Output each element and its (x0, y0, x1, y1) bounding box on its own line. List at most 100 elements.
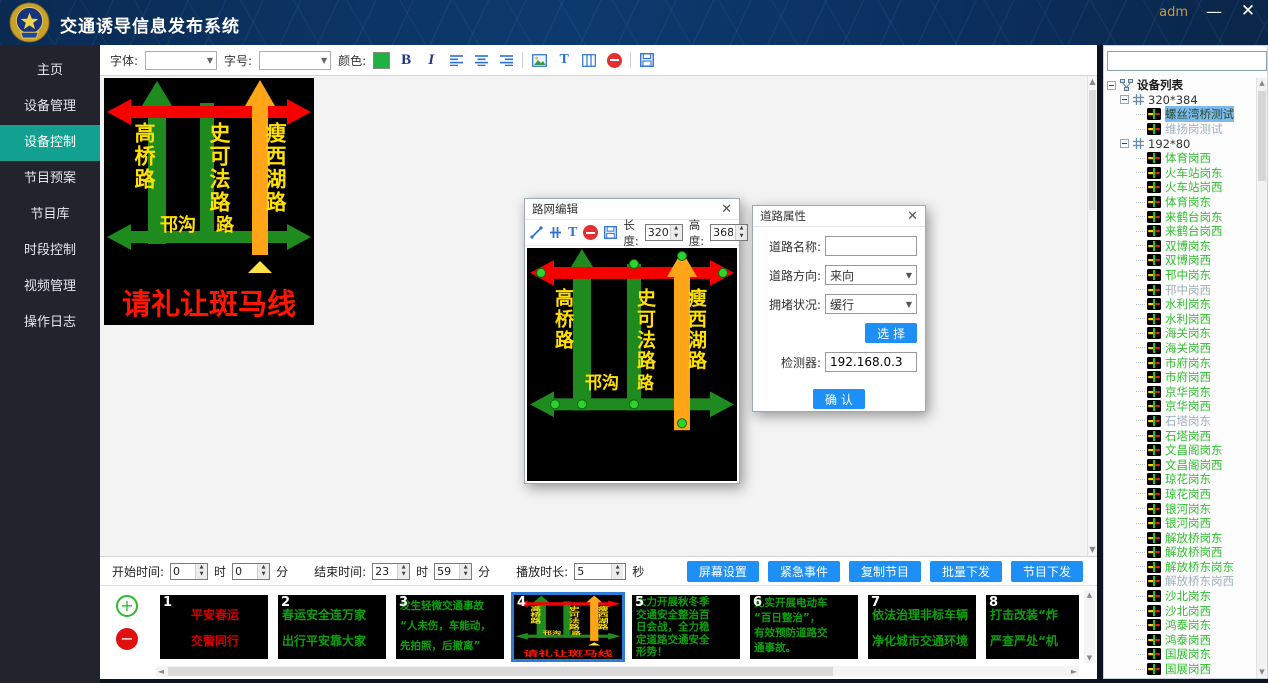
sidebar-item-1[interactable]: 主页 (0, 53, 100, 89)
scroll-right-icon[interactable]: ► (1069, 666, 1079, 677)
program-thumbnail-7[interactable]: 7依法治理非标车辆 净化城市交通环境 (868, 595, 976, 659)
tree-node-琼花岗东[interactable]: 琼花岗东 (1106, 472, 1255, 487)
roadnet-canvas[interactable]: 高桥路史可法路瘦西湖路邗沟路 (527, 248, 737, 481)
tree-node-京华岗西[interactable]: 京华岗西 (1106, 399, 1255, 414)
action-button-2[interactable]: 紧急事件 (768, 561, 840, 582)
sidebar-item-7[interactable]: 视频管理 (0, 269, 100, 305)
road-name-input[interactable] (825, 236, 917, 256)
spin-down-icon[interactable]: ▼ (398, 571, 409, 579)
confirm-button[interactable]: 确 认 (813, 389, 865, 409)
tree-node-市府岗西[interactable]: 市府岗西 (1106, 370, 1255, 385)
length-input[interactable] (646, 225, 670, 240)
tree-node-邗中岗西[interactable]: 邗中岗西 (1106, 282, 1255, 297)
tree-node-银河岗东[interactable]: 银河岗东 (1106, 501, 1255, 516)
image-icon[interactable] (530, 50, 548, 70)
tree-node-邗中岗东[interactable]: 邗中岗东 (1106, 268, 1255, 283)
action-button-5[interactable]: 节目下发 (1011, 561, 1083, 582)
spin-up-icon[interactable]: ▲ (671, 225, 682, 233)
spin-down-icon[interactable]: ▼ (612, 571, 623, 579)
tree-group-2[interactable]: 192*80 (1106, 136, 1255, 151)
tree-node-水利岗东[interactable]: 水利岗东 (1106, 297, 1255, 312)
align-left-icon[interactable] (447, 50, 465, 70)
spin-up-icon[interactable]: ▲ (398, 564, 409, 572)
detector-input[interactable] (825, 352, 917, 372)
spin-down-icon[interactable]: ▼ (196, 571, 207, 579)
scroll-down-icon[interactable]: ▼ (1084, 653, 1095, 663)
road-direction-select[interactable]: 来向 ▼ (825, 265, 917, 285)
scroll-thumb[interactable] (168, 667, 833, 676)
program-thumbnail-8[interactable]: 8打击改装“炸 严查严处“机 (986, 595, 1079, 659)
sidebar-item-6[interactable]: 时段控制 (0, 233, 100, 269)
tree-node-鸿泰岗西[interactable]: 鸿泰岗西 (1106, 633, 1255, 648)
end-min-stepper[interactable]: ▲▼ (434, 563, 472, 580)
canvas-scrollbar[interactable]: ▲ ▼ (1087, 76, 1097, 556)
tree-scrollbar[interactable]: ▲ ▼ (1256, 78, 1267, 678)
bold-icon[interactable]: B (397, 50, 415, 70)
tree-node-鸿泰岗东[interactable]: 鸿泰岗东 (1106, 618, 1255, 633)
sidebar-item-5[interactable]: 节目库 (0, 197, 100, 233)
action-button-1[interactable]: 屏幕设置 (687, 561, 759, 582)
spin-down-icon[interactable]: ▼ (671, 233, 682, 241)
tree-node-京华岗东[interactable]: 京华岗东 (1106, 384, 1255, 399)
text-icon[interactable]: T (555, 50, 573, 70)
program-vscrollbar[interactable]: ▲ ▼ (1084, 590, 1095, 663)
tree-node-沙北岗东[interactable]: 沙北岗东 (1106, 589, 1255, 604)
close-button[interactable]: ✕ (1238, 1, 1258, 21)
scroll-down-icon[interactable]: ▼ (1088, 544, 1097, 556)
tree-node-文昌阁岗西[interactable]: 文昌阁岗西 (1106, 457, 1255, 472)
delete-icon[interactable] (583, 223, 598, 243)
spin-down-icon[interactable]: ▼ (460, 571, 471, 579)
delete-icon[interactable] (605, 50, 623, 70)
tree-root[interactable]: 设备列表 (1106, 78, 1255, 93)
spin-up-icon[interactable]: ▲ (736, 225, 747, 233)
spin-up-icon[interactable]: ▲ (460, 564, 471, 572)
scroll-thumb[interactable] (1258, 91, 1266, 181)
close-icon[interactable]: ✕ (907, 210, 918, 223)
tree-node-市府岗东[interactable]: 市府岗东 (1106, 355, 1255, 370)
italic-icon[interactable]: I (422, 50, 440, 70)
tree-node-来鹤台岗西[interactable]: 来鹤台岗西 (1106, 224, 1255, 239)
start-min-input[interactable] (233, 564, 257, 579)
tree-node-来鹤台岗东[interactable]: 来鹤台岗东 (1106, 209, 1255, 224)
tree-node-国展岗东[interactable]: 国展岗东 (1106, 647, 1255, 662)
spin-up-icon[interactable]: ▲ (196, 564, 207, 572)
program-thumbnail-3[interactable]: 3发生轻微交通事故 “人未伤，车能动， 先拍照，后撤离” (396, 595, 504, 659)
text-icon[interactable]: T (568, 223, 577, 243)
sidebar-item-2[interactable]: 设备管理 (0, 89, 100, 125)
scroll-up-icon[interactable]: ▲ (1084, 590, 1095, 600)
program-thumbnail-2[interactable]: 2春运安全连万家 出行平安靠大家 (278, 595, 386, 659)
program-thumbnail-4[interactable]: 4高桥路史可法路瘦西湖路邗沟路请礼让斑马线 (514, 595, 622, 659)
tree-group-1[interactable]: 320*384 (1106, 93, 1255, 108)
height-stepper[interactable]: ▲▼ (710, 224, 748, 241)
tree-node-琼花岗西[interactable]: 琼花岗西 (1106, 487, 1255, 502)
tree-node-解放桥岗西[interactable]: 解放桥岗西 (1106, 545, 1255, 560)
tree-collapse-icon[interactable] (1107, 81, 1116, 90)
tree-node-维扬岗测试[interactable]: 维扬岗测试 (1106, 122, 1255, 137)
parallel-lines-icon[interactable] (549, 223, 562, 243)
end-min-input[interactable] (435, 564, 459, 579)
spin-up-icon[interactable]: ▲ (612, 564, 623, 572)
scroll-up-icon[interactable]: ▲ (1257, 78, 1267, 89)
program-thumbnail-6[interactable]: 6扎实开展电动车 “百日整治”， 有效预防道路交 通事故。 (750, 595, 858, 659)
end-hour-stepper[interactable]: ▲▼ (372, 563, 410, 580)
start-hour-stepper[interactable]: ▲▼ (170, 563, 208, 580)
length-stepper[interactable]: ▲▼ (645, 224, 683, 241)
height-input[interactable] (711, 225, 735, 240)
action-button-3[interactable]: 复制节目 (849, 561, 921, 582)
tree-node-海关岗西[interactable]: 海关岗西 (1106, 341, 1255, 356)
tree-node-火车站岗东[interactable]: 火车站岗东 (1106, 166, 1255, 181)
spin-down-icon[interactable]: ▼ (736, 233, 747, 241)
tree-node-文昌阁岗东[interactable]: 文昌阁岗东 (1106, 443, 1255, 458)
tree-node-沙北岗西[interactable]: 沙北岗西 (1106, 603, 1255, 618)
action-button-4[interactable]: 批量下发 (930, 561, 1002, 582)
sidebar-item-8[interactable]: 操作日志 (0, 305, 100, 341)
scroll-down-icon[interactable]: ▼ (1257, 667, 1267, 678)
congestion-select[interactable]: 缓行 ▼ (825, 294, 917, 314)
program-thumbnail-5[interactable]: 5大力开展秋冬季 交通安全整治百 日会战，全力稳 定道路交通安全 形势！ (632, 595, 740, 659)
end-hour-input[interactable] (373, 564, 397, 579)
duration-stepper[interactable]: ▲▼ (574, 563, 626, 580)
sidebar-item-4[interactable]: 节目预案 (0, 161, 100, 197)
remove-program-button[interactable]: − (116, 628, 138, 650)
tree-node-螺丝湾桥测试[interactable]: 螺丝湾桥测试 (1106, 107, 1255, 122)
tree-node-银河岗西[interactable]: 银河岗西 (1106, 516, 1255, 531)
